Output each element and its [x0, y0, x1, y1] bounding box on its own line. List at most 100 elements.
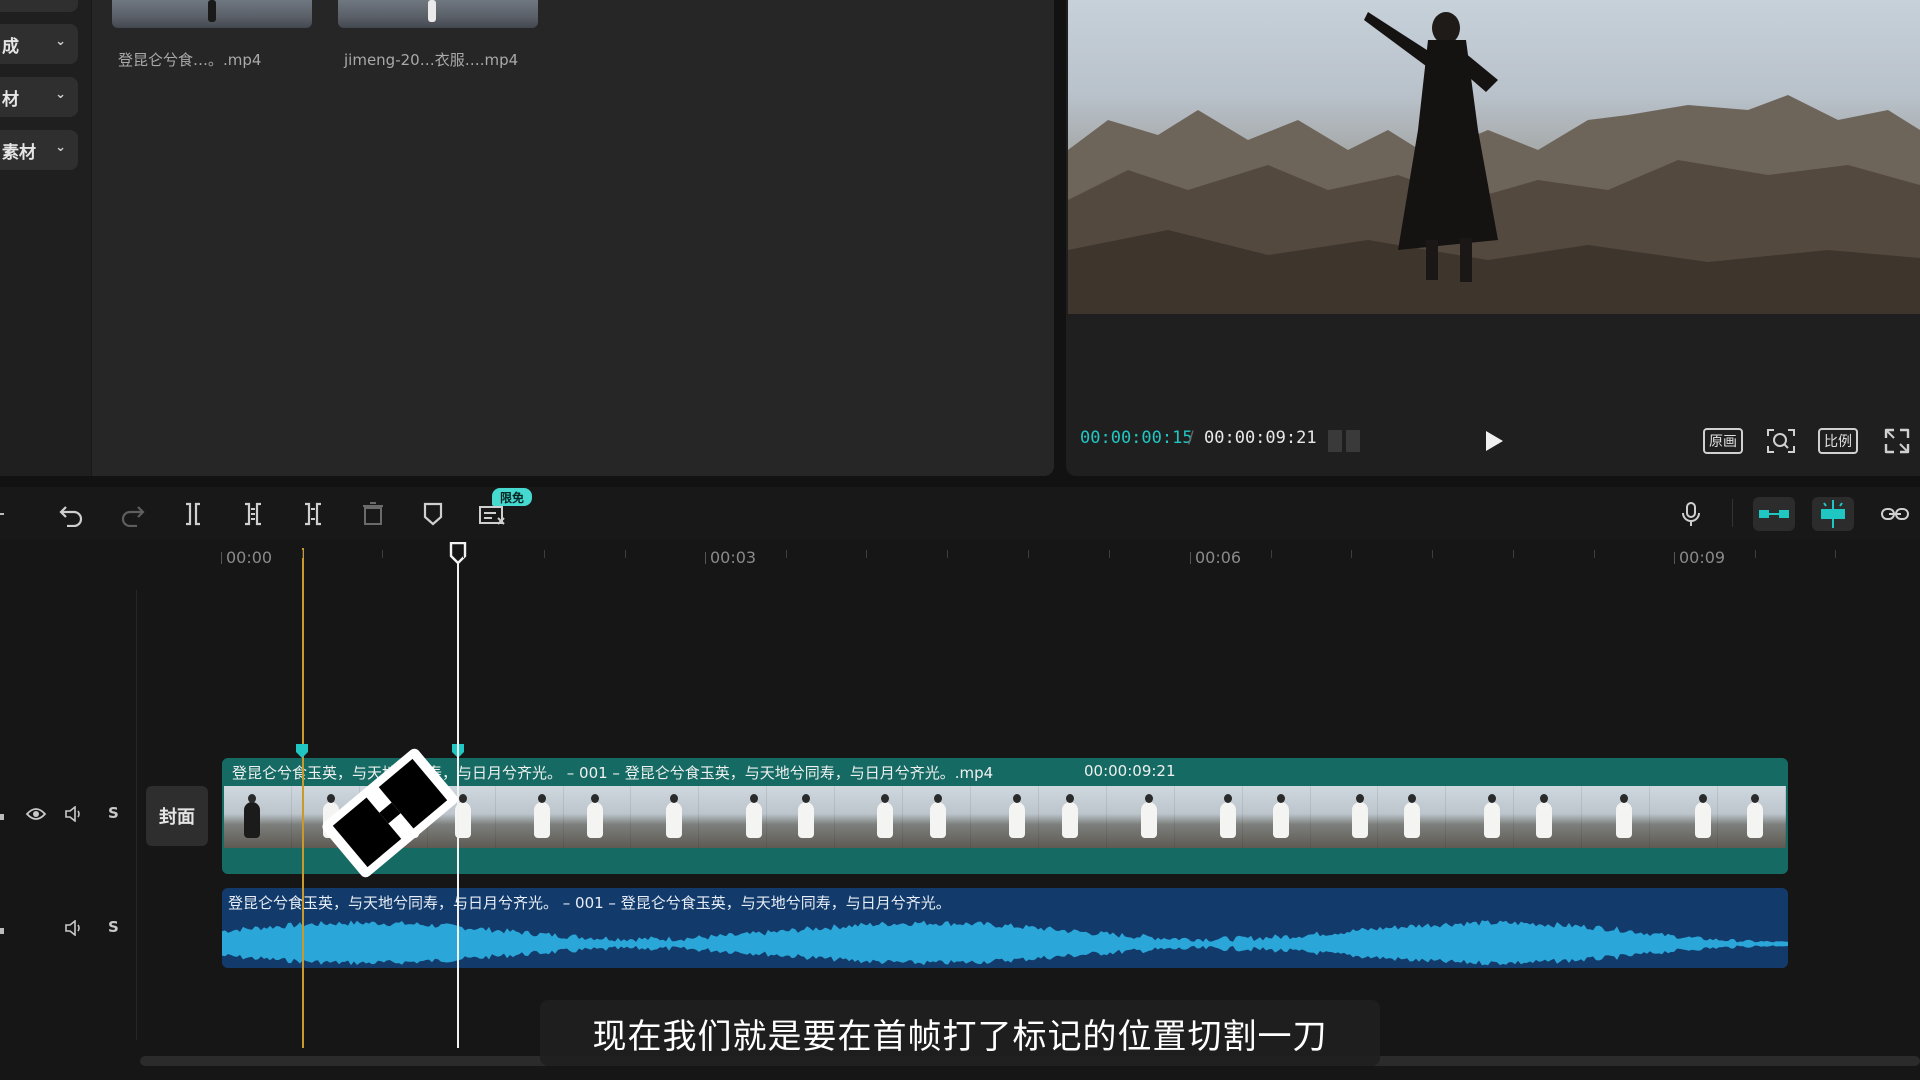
- preview-video[interactable]: [1068, 0, 1920, 314]
- chevron-down-icon: ⌄: [55, 87, 66, 102]
- sidebar-item-1[interactable]: 材 ⌄: [0, 77, 78, 117]
- playhead-handle-icon[interactable]: [449, 542, 467, 564]
- frame-dancer: [1615, 794, 1632, 838]
- main-track-magnet-icon: [1759, 510, 1789, 518]
- video-subtitle: 现在我们就是要在首帧打了标记的位置切割一刀: [540, 1000, 1380, 1066]
- ruler-minor-tick: [1513, 550, 1514, 558]
- grid-icon[interactable]: [1328, 430, 1362, 452]
- ruler-tick: [221, 552, 222, 564]
- filmstrip-frame: [1106, 786, 1175, 848]
- snap-icon: [1821, 500, 1845, 528]
- total-time: 00:00:09:21: [1204, 428, 1317, 448]
- preview-scene: [1068, 12, 1920, 314]
- ruler-tick: [705, 552, 706, 564]
- filmstrip-frame: [1514, 786, 1583, 848]
- ruler-label: 00:00: [226, 548, 273, 567]
- ruler-minor-tick: [1028, 550, 1029, 558]
- filmstrip-frame: [1174, 786, 1243, 848]
- frame-dancer: [745, 794, 762, 838]
- frame-dancer: [1140, 794, 1157, 838]
- cover-button[interactable]: 封面: [146, 786, 208, 846]
- frame-dancer: [1536, 794, 1553, 838]
- filmstrip-frame: [1378, 786, 1447, 848]
- ruler-minor-tick: [1109, 550, 1110, 558]
- media-thumbnail-label: jimeng-20…衣服….mp4: [344, 51, 519, 69]
- split-left-icon[interactable]: [240, 501, 266, 527]
- eye-icon[interactable]: [26, 806, 46, 822]
- sidebar-item-0[interactable]: 成 ⌄: [0, 24, 78, 64]
- sidebar-item-top[interactable]: [0, 0, 78, 12]
- media-thumbnail[interactable]: [112, 0, 312, 28]
- ruler-minor-tick: [1432, 550, 1433, 558]
- media-panel: 成 ⌄ 材 ⌄ 素材 ⌄ 登昆仑兮食…。.mp4 jimeng-20…衣服….m…: [0, 0, 1054, 476]
- fullscreen-icon[interactable]: [1884, 428, 1910, 454]
- microphone-icon[interactable]: [1678, 501, 1704, 527]
- split-right-icon[interactable]: [300, 501, 326, 527]
- undo-icon[interactable]: [58, 501, 84, 527]
- fit-screen-icon[interactable]: [1766, 428, 1796, 454]
- frame-dancer: [586, 794, 603, 838]
- frame-dancer: [1061, 794, 1078, 838]
- solo-button[interactable]: S: [108, 804, 119, 822]
- frame-dancer: [1272, 794, 1289, 838]
- filmstrip-frame: [1242, 786, 1311, 848]
- filmstrip-frame: [1582, 786, 1651, 848]
- filmstrip-frame: [1650, 786, 1718, 848]
- ruler-minor-tick: [1351, 550, 1352, 558]
- sidebar-item-2[interactable]: 素材 ⌄: [0, 130, 78, 170]
- ruler-minor-tick: [302, 550, 303, 558]
- sidebar-item-label: 成: [2, 36, 19, 57]
- speaker-icon[interactable]: [64, 806, 84, 822]
- clip-marker-icon[interactable]: [296, 744, 308, 758]
- frame-dancer: [1694, 794, 1711, 838]
- solo-button[interactable]: S: [108, 918, 119, 936]
- snap-toggle[interactable]: [1812, 497, 1854, 531]
- frame-dancer: [244, 794, 261, 838]
- ruler-minor-tick: [1594, 550, 1595, 558]
- filmstrip-frame: [1038, 786, 1107, 848]
- filmstrip-frame: [631, 786, 700, 848]
- thumbnail-figure: [208, 0, 216, 22]
- ruler-minor-tick: [866, 550, 867, 558]
- ruler-minor-tick: [947, 550, 948, 558]
- track-lock-icon[interactable]: [0, 812, 6, 822]
- frame-dancer: [929, 794, 946, 838]
- audio-clip-title: 登昆仑兮食玉英，与天地兮同寿，与日月兮齐光。 – 001 – 登昆仑兮食玉英，与…: [228, 894, 951, 912]
- frame-dancer: [666, 794, 683, 838]
- media-sidebar: 成 ⌄ 材 ⌄ 素材 ⌄: [0, 0, 92, 476]
- magnet-toggle[interactable]: [1753, 497, 1795, 531]
- ruler-minor-tick: [625, 550, 626, 558]
- filmstrip-frame: [767, 786, 836, 848]
- play-icon[interactable]: [1484, 430, 1504, 452]
- chevron-down-icon: ⌄: [55, 34, 66, 49]
- toolbar-divider: [1732, 499, 1733, 527]
- preview-panel: 00:00:00:15 / 00:00:09:21 原画 比例: [1066, 0, 1920, 476]
- ruler-minor-tick: [1835, 550, 1836, 558]
- track-lock-icon[interactable]: [0, 926, 6, 936]
- toolbar-edge-icon: [0, 513, 4, 515]
- timeline-toolbar: [0, 487, 1920, 539]
- marker-line: [302, 548, 304, 1048]
- ruler-minor-tick: [544, 550, 545, 558]
- split-icon[interactable]: [180, 501, 206, 527]
- link-icon[interactable]: [1880, 501, 1910, 527]
- marker-icon[interactable]: [420, 501, 446, 527]
- filmstrip-frame: [563, 786, 632, 848]
- aspect-ratio-button[interactable]: 比例: [1818, 428, 1858, 454]
- ruler-minor-tick: [463, 550, 464, 558]
- split-cursor-icon: [322, 748, 458, 878]
- frame-dancer: [534, 794, 551, 838]
- time-separator: /: [1188, 428, 1194, 448]
- media-thumbnail[interactable]: [338, 0, 538, 28]
- frame-dancer: [1220, 794, 1237, 838]
- ruler-minor-tick: [1271, 550, 1272, 558]
- speaker-icon[interactable]: [64, 920, 84, 936]
- redo-icon[interactable]: [120, 501, 146, 527]
- delete-icon[interactable]: [360, 501, 386, 527]
- original-quality-button[interactable]: 原画: [1703, 428, 1743, 454]
- filmstrip-frame: [699, 786, 768, 848]
- free-badge: 限免: [492, 488, 532, 506]
- filmstrip-frame: [1310, 786, 1379, 848]
- media-thumbnail-label: 登昆仑兮食…。.mp4: [118, 51, 262, 69]
- ruler-label: 00:03: [710, 548, 757, 567]
